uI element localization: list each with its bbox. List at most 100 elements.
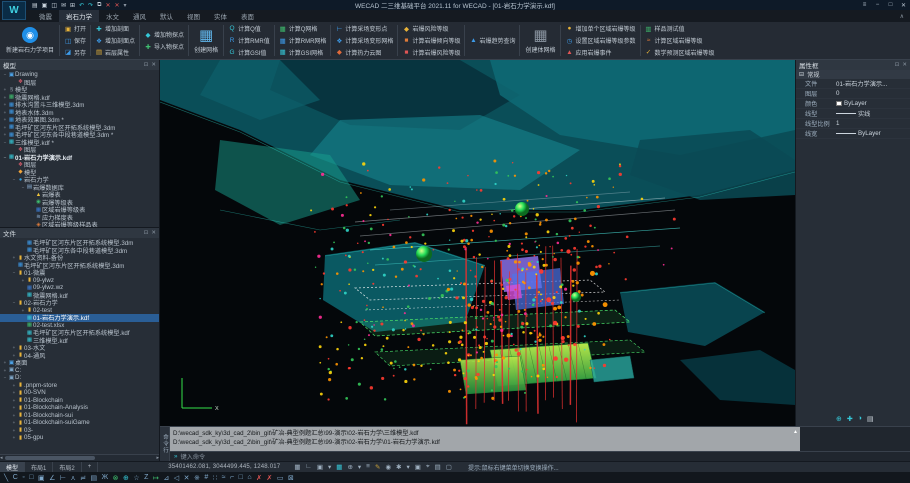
ribbon-button-设置区域岩爆等级参数[interactable]: ◷设置区域岩爆等级参数	[562, 35, 638, 47]
ribbon-button-岩爆风险等级[interactable]: ◆岩爆风险等级	[399, 23, 463, 35]
tree-item[interactable]: ◉ 岩爆等级表	[0, 199, 159, 207]
layout-tab-布局2[interactable]: 布局2	[53, 462, 81, 472]
ribbon-tab-水文[interactable]: 水文	[99, 10, 126, 22]
snap-icon-25[interactable]: ⌂	[247, 474, 251, 481]
tree-item[interactable]: ▲ 岩爆表	[0, 191, 159, 199]
quick-icon-3[interactable]: ✉	[61, 2, 66, 9]
snap-icon-2[interactable]: ◦	[22, 474, 24, 481]
tree-item[interactable]: + ▮ .pnpm-store	[0, 382, 159, 390]
layout-tab-+[interactable]: +	[82, 462, 99, 472]
ribbon-button-增加剖面[interactable]: ✚增加剖面	[92, 23, 138, 35]
ribbon-button-计算RMR网格[interactable]: ▦计算RMR网格	[276, 35, 330, 47]
property-row[interactable]: 文件 01-岩石力学演示...	[796, 79, 910, 89]
snap-icon-11[interactable]: ⊗	[113, 474, 119, 482]
model-panel-header-icons[interactable]: ⊡✕	[144, 62, 156, 68]
status-icon-5[interactable]: ⊕	[347, 463, 352, 471]
ribbon-button-计算热力云图[interactable]: ◆计算热力云图	[332, 46, 396, 58]
tree-item[interactable]: + ▦ 毛坪矿区河东各中段巷道模型.3dm *	[0, 131, 159, 139]
ribbon-button-岩爆趋势查询[interactable]: ▲岩爆趋势查询	[466, 35, 518, 47]
ribbon-button-打开[interactable]: ▣打开	[61, 23, 89, 35]
snap-icon-24[interactable]: □	[239, 474, 243, 481]
tree-item[interactable]: − ● 岩石力学	[0, 176, 159, 184]
nav-icon-0[interactable]: ⊕	[836, 415, 842, 423]
tree-item[interactable]: − ▦ 三维模型.kdf *	[0, 139, 159, 147]
tree-item[interactable]: + ▮ 04-通风	[0, 352, 159, 360]
tree-item[interactable]: ◈ 区域岩爆等级样品表	[0, 221, 159, 227]
ribbon-button-计算岩爆风险等级[interactable]: ■计算岩爆风险等级	[399, 46, 463, 58]
tree-item[interactable]: + ▮ 05-gpu	[0, 434, 159, 442]
tree-item[interactable]: ▦ 01-岩石力学演示.kdf	[0, 314, 159, 322]
nav-icon-2[interactable]: ◑	[858, 415, 862, 423]
tree-item[interactable]: + ▮ 水文资料-备份	[0, 254, 159, 262]
tree-item[interactable]: + ▮ 01-Blockchain-sui	[0, 412, 159, 420]
ribbon-tab-视图[interactable]: 视图	[180, 10, 207, 22]
properties-header-icons[interactable]: ⊡✕	[895, 62, 907, 68]
snap-icon-13[interactable]: ☆	[133, 474, 139, 482]
tree-item[interactable]: ▦ 区域岩爆等级表	[0, 206, 159, 214]
ribbon-tab-通风[interactable]: 通风	[126, 10, 153, 22]
ribbon-button-计算Q网格[interactable]: ▦计算Q网格	[276, 23, 330, 35]
tree-item[interactable]: − ▣ Drawing	[0, 71, 159, 79]
ribbon-button-岩层属性[interactable]: ▤岩层属性	[92, 46, 138, 58]
ribbon-button-另存[interactable]: ◪另存	[61, 46, 89, 58]
snap-icon-23[interactable]: ⌐	[230, 474, 234, 481]
ribbon-button-计算Q值[interactable]: Q计算Q值	[225, 23, 273, 35]
tree-item[interactable]: − ▦ 01-岩石力学演示.kdf	[0, 154, 159, 162]
ribbon-collapse-icon[interactable]: ∧	[894, 10, 910, 22]
status-icon-2[interactable]: ▣	[317, 463, 323, 471]
tree-item[interactable]: ❖ 图层	[0, 79, 159, 87]
status-icon-12[interactable]: ▣	[415, 463, 421, 471]
ribbon-tab-岩石力学[interactable]: 岩石力学	[59, 10, 99, 22]
tree-item[interactable]: + ▦ 排水沟置斗三维模型.3dm	[0, 101, 159, 109]
snap-icon-21[interactable]: ∷	[213, 474, 217, 482]
snap-icon-1[interactable]: C	[13, 474, 18, 481]
ribbon-tab-默认[interactable]: 默认	[153, 10, 180, 22]
status-icon-14[interactable]: ▤	[435, 463, 441, 471]
tree-item[interactable]: + ▮ 03-水文	[0, 344, 159, 352]
property-row[interactable]: 线型比例 1	[796, 119, 910, 129]
tree-item[interactable]: + ▣ C:	[0, 367, 159, 375]
snap-icon-10[interactable]: Ж	[102, 474, 108, 481]
snap-icon-0[interactable]: ╲	[4, 474, 8, 482]
tree-item[interactable]: + ▣ 桌面	[0, 359, 159, 367]
properties-section-header[interactable]: ⊟ 常规	[796, 70, 910, 79]
snap-icon-5[interactable]: ∠	[49, 474, 55, 482]
property-value[interactable]: ByLayer	[836, 130, 910, 137]
tree-item[interactable]: + ▦ 微震网格.kdf	[0, 94, 159, 102]
tree-item[interactable]: ◆ 模型	[0, 169, 159, 177]
tree-item[interactable]: ❖ 图层	[0, 146, 159, 154]
ribbon-tab-表面[interactable]: 表面	[234, 10, 261, 22]
snap-icon-17[interactable]: ◁	[174, 474, 179, 482]
status-icon-8[interactable]: ✎	[375, 463, 380, 471]
tree-item[interactable]: + ▦ 地表效果图.3dm *	[0, 116, 159, 124]
ribbon-tab-实体[interactable]: 实体	[207, 10, 234, 22]
ribbon-button-样品测试值[interactable]: ▥样品测试值	[642, 23, 718, 35]
property-row[interactable]: 线型 实线	[796, 109, 910, 119]
snap-icon-4[interactable]: ▣	[38, 474, 45, 482]
property-value[interactable]: 0	[836, 90, 910, 97]
close-button[interactable]: ✕	[897, 2, 910, 9]
tree-item[interactable]: + § 模型	[0, 86, 159, 94]
menu-icon[interactable]: ≡	[858, 2, 871, 9]
ribbon-button-计算GSI网格[interactable]: ▦计算GSI网格	[276, 46, 330, 58]
quick-icon-10[interactable]: ▾	[124, 2, 127, 9]
quick-icon-2[interactable]: ◫	[51, 2, 57, 9]
property-row[interactable]: 图层 0	[796, 89, 910, 99]
status-icon-0[interactable]: ▦	[294, 463, 300, 471]
quick-icon-1[interactable]: ▣	[42, 2, 48, 9]
snap-icon-15[interactable]: ↦	[153, 474, 159, 482]
tree-item[interactable]: ▦ 三维模型.kdf	[0, 337, 159, 345]
status-icon-1[interactable]: ∟	[305, 463, 311, 471]
property-row[interactable]: 颜色 ByLayer	[796, 99, 910, 109]
quick-icon-0[interactable]: ▤	[32, 2, 38, 9]
property-value[interactable]: 实线	[836, 109, 910, 118]
minimize-button[interactable]: −	[871, 2, 884, 9]
quick-icon-4[interactable]: ⊞	[70, 2, 75, 9]
snap-icon-29[interactable]: ⊠	[288, 474, 294, 482]
snap-icon-18[interactable]: ✕	[184, 474, 190, 482]
ribbon-button-增加单个区域岩爆等级[interactable]: ●增加单个区域岩爆等级	[562, 23, 638, 35]
file-panel-header-icons[interactable]: ⊡✕	[144, 230, 156, 236]
quick-icon-5[interactable]: ↶	[79, 2, 84, 9]
snap-icon-8[interactable]: ≓	[80, 474, 86, 482]
tree-item[interactable]: ▦ 毛坪矿区河东各中段巷道模型.3dm	[0, 247, 159, 255]
